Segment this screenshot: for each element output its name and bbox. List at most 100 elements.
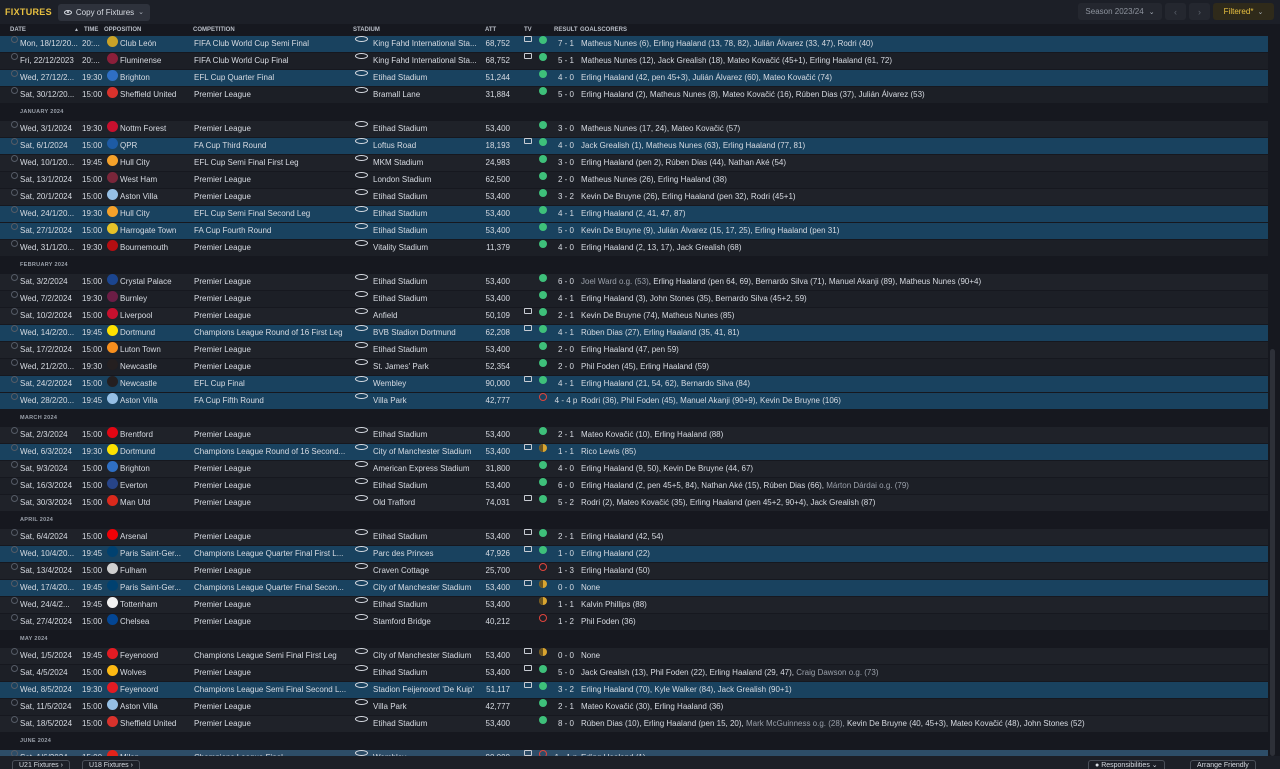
row-select-icon[interactable] (11, 665, 18, 672)
table-row[interactable]: Wed, 10/1/20... 19:45 Hull City EFL Cup Sem… (0, 155, 1268, 171)
table-row[interactable]: Wed, 3/1/2024 19:30 Nottm Forest Premier Le… (0, 121, 1268, 137)
row-select-icon[interactable] (11, 138, 18, 145)
table-row[interactable]: Sat, 6/1/2024 15:00 QPR FA Cup Third Round L… (0, 138, 1268, 154)
table-row[interactable]: Sat, 30/3/2024 15:00 Man Utd Premier League… (0, 495, 1268, 511)
table-row[interactable]: Sat, 3/2/2024 15:00 Crystal Palace Premier … (0, 274, 1268, 290)
column-header-goalscorers[interactable]: GOALSCORERS (580, 27, 627, 33)
table-row[interactable]: Wed, 7/2/2024 19:30 Burnley Premier League E… (0, 291, 1268, 307)
result-score: 4 - 1 (557, 294, 574, 303)
column-header-stadium[interactable]: STADIUM (353, 27, 380, 33)
table-row[interactable]: Sat, 2/3/2024 15:00 Brentford Premier Leagu… (0, 427, 1268, 443)
table-row[interactable]: Wed, 6/3/2024 19:30 Dortmund Champions Leag… (0, 444, 1268, 460)
result-score: 0 - 0 (557, 583, 574, 592)
table-row[interactable]: Sat, 16/3/2024 15:00 Everton Premier League… (0, 478, 1268, 494)
table-row[interactable]: Wed, 28/2/20... 19:45 Aston Villa FA Cup Fi… (0, 393, 1268, 409)
next-season-button[interactable]: › (1189, 3, 1210, 20)
table-row[interactable]: Fri, 22/12/2023 20:... Fluminense FIFA Club… (0, 53, 1268, 69)
row-select-icon[interactable] (11, 376, 18, 383)
column-header-time[interactable]: TIME (84, 27, 98, 33)
row-select-icon[interactable] (11, 36, 18, 43)
column-header-competition[interactable]: COMPETITION (193, 27, 235, 33)
row-select-icon[interactable] (11, 342, 18, 349)
row-select-icon[interactable] (11, 172, 18, 179)
table-row[interactable]: Sat, 18/5/2024 15:00 Sheffield United Premi… (0, 716, 1268, 732)
fixture-date: Sat, 2/3/2024 (20, 430, 68, 439)
scrollbar-thumb[interactable] (1270, 349, 1275, 756)
table-row[interactable]: Sat, 24/2/2024 15:00 Newcastle EFL Cup Fina… (0, 376, 1268, 392)
column-header-date[interactable]: DATE (10, 27, 26, 33)
row-select-icon[interactable] (11, 121, 18, 128)
table-row[interactable]: Wed, 17/4/20... 19:45 Paris Saint-Ger... Ch… (0, 580, 1268, 596)
table-row[interactable]: Wed, 31/1/20... 19:30 Bournemouth Premier L… (0, 240, 1268, 256)
row-select-icon[interactable] (11, 223, 18, 230)
goalscorers: Erling Haaland (9, 50), Kevin De Bruyne … (581, 461, 1261, 477)
row-select-icon[interactable] (11, 325, 18, 332)
table-row[interactable]: Wed, 21/2/20... 19:30 Newcastle Premier Lea… (0, 359, 1268, 375)
table-row[interactable]: Wed, 24/1/20... 19:30 Hull City EFL Cup Sem… (0, 206, 1268, 222)
table-row[interactable]: Sat, 9/3/2024 15:00 Brighton Premier League… (0, 461, 1268, 477)
row-select-icon[interactable] (11, 155, 18, 162)
table-row[interactable]: Sat, 27/1/2024 15:00 Harrogate Town FA Cup … (0, 223, 1268, 239)
table-row[interactable]: Sat, 4/5/2024 15:00 Wolves Premier League Et… (0, 665, 1268, 681)
table-row[interactable]: Wed, 14/2/20... 19:45 Dortmund Champions Le… (0, 325, 1268, 341)
column-header-opposition[interactable]: OPPOSITION (104, 27, 141, 33)
column-header-tv[interactable]: TV (524, 27, 532, 33)
table-row[interactable]: Wed, 8/5/2024 19:30 Feyenoord Champions Lea… (0, 682, 1268, 698)
column-header-result[interactable]: RESULT (554, 27, 578, 33)
row-select-icon[interactable] (11, 189, 18, 196)
table-row[interactable]: Mon, 18/12/20... 20:... Club León FIFA Club… (0, 36, 1268, 52)
table-row[interactable]: Sat, 30/12/20... 15:00 Sheffield United Pre… (0, 87, 1268, 103)
row-select-icon[interactable] (11, 240, 18, 247)
row-select-icon[interactable] (11, 495, 18, 502)
row-select-icon[interactable] (11, 393, 18, 400)
scorers-list: Erling Haaland (47, pen 59) (581, 345, 679, 354)
table-row[interactable]: Wed, 1/5/2024 19:45 Feyenoord Champions Lea… (0, 648, 1268, 664)
row-select-icon[interactable] (11, 87, 18, 94)
scrollbar[interactable] (1268, 36, 1280, 756)
row-select-icon[interactable] (11, 546, 18, 553)
row-select-icon[interactable] (11, 427, 18, 434)
row-select-icon[interactable] (11, 308, 18, 315)
table-row[interactable]: Wed, 24/4/2... 19:45 Tottenham Premier Leag… (0, 597, 1268, 613)
responsibilities-button[interactable]: ● Responsibilities ⌄ (1088, 760, 1165, 769)
row-select-icon[interactable] (11, 461, 18, 468)
filter-button[interactable]: Filtered* ⌄ (1213, 3, 1274, 20)
row-select-icon[interactable] (11, 614, 18, 621)
table-row[interactable]: Sat, 6/4/2024 15:00 Arsenal Premier League E… (0, 529, 1268, 545)
row-select-icon[interactable] (11, 529, 18, 536)
row-select-icon[interactable] (11, 478, 18, 485)
row-select-icon[interactable] (11, 580, 18, 587)
table-row[interactable]: Sat, 13/1/2024 15:00 West Ham Premier Leagu… (0, 172, 1268, 188)
table-row[interactable]: Sat, 20/1/2024 15:00 Aston Villa Premier Le… (0, 189, 1268, 205)
prev-season-button[interactable]: ‹ (1165, 3, 1186, 20)
row-select-icon[interactable] (11, 444, 18, 451)
row-select-icon[interactable] (11, 70, 18, 77)
row-select-icon[interactable] (11, 359, 18, 366)
fixture-date: Sat, 27/1/2024 (20, 226, 73, 235)
arrange-friendly-button[interactable]: Arrange Friendly (1190, 760, 1256, 769)
table-row[interactable]: Sat, 27/4/2024 15:00 Chelsea Premier League… (0, 614, 1268, 630)
table-row[interactable]: Sat, 10/2/2024 15:00 Liverpool Premier Leag… (0, 308, 1268, 324)
row-select-icon[interactable] (11, 597, 18, 604)
u21-fixtures-button[interactable]: U21 Fixtures › (12, 760, 70, 769)
table-row[interactable]: Sat, 13/4/2024 15:00 Fulham Premier League C… (0, 563, 1268, 579)
row-select-icon[interactable] (11, 291, 18, 298)
row-select-icon[interactable] (11, 274, 18, 281)
row-select-icon[interactable] (11, 206, 18, 213)
table-row[interactable]: Wed, 27/12/2... 19:30 Brighton EFL Cup Quar… (0, 70, 1268, 86)
view-selector-button[interactable]: Copy of Fixtures ⌄ (57, 3, 151, 21)
row-select-icon[interactable] (11, 648, 18, 655)
row-select-icon[interactable] (11, 699, 18, 706)
table-row[interactable]: Wed, 10/4/20... 19:45 Paris Saint-Ger... Ch… (0, 546, 1268, 562)
competition-link: Premier League (194, 719, 251, 728)
row-select-icon[interactable] (11, 716, 18, 723)
table-row[interactable]: Sat, 17/2/2024 15:00 Luton Town Premier Lea… (0, 342, 1268, 358)
table-row[interactable]: Sat, 11/5/2024 15:00 Aston Villa Premier Le… (0, 699, 1268, 715)
row-select-icon[interactable] (11, 563, 18, 570)
season-selector[interactable]: Season 2023/24 ⌄ (1078, 3, 1162, 20)
column-header-att[interactable]: ATT (485, 27, 496, 33)
result-score: 4 - 0 (557, 243, 574, 252)
row-select-icon[interactable] (11, 682, 18, 689)
row-select-icon[interactable] (11, 53, 18, 60)
u18-fixtures-button[interactable]: U18 Fixtures › (82, 760, 140, 769)
